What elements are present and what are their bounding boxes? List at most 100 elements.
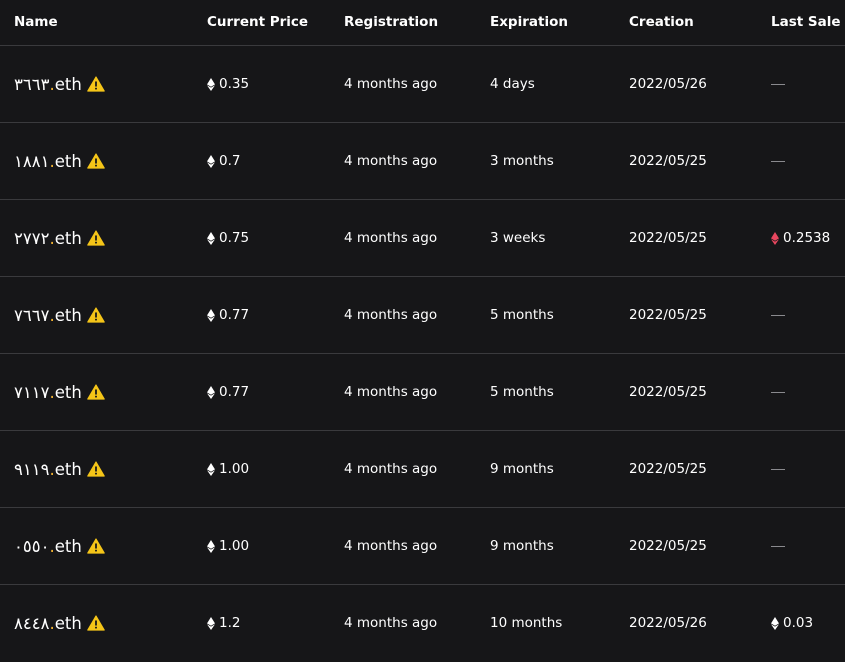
expiration-date: 10 months <box>490 615 563 631</box>
registration-date: 4 months ago <box>344 153 438 169</box>
ethereum-icon <box>207 385 215 399</box>
warning-icon[interactable] <box>86 615 105 631</box>
column-header-current-price[interactable]: Current Price <box>207 14 308 30</box>
last-sale <box>771 431 785 507</box>
current-price: 1.2 <box>207 585 240 661</box>
creation-date: 2022/05/25 <box>629 230 707 246</box>
domain-digits: ٧٦٦٧ <box>14 305 50 325</box>
last-sale <box>771 46 785 122</box>
ethereum-icon <box>207 616 215 630</box>
empty-dash <box>771 545 785 547</box>
column-header-registration[interactable]: Registration <box>344 14 438 30</box>
last-sale: 0.03 <box>771 585 813 661</box>
domain-digits: ٨٤٤٨ <box>14 613 50 633</box>
domain-suffix: eth <box>54 459 82 479</box>
creation-date: 2022/05/26 <box>629 615 707 631</box>
table-row[interactable]: ٧١١٧. eth 0.77 4 months ago 5 months 2022/05/… <box>0 354 845 431</box>
warning-icon[interactable] <box>86 307 105 323</box>
table-row[interactable]: ٨٤٤٨. eth 1.2 4 months ago 10 months 2022/05/… <box>0 585 845 662</box>
last-sale <box>771 123 785 199</box>
domain-name-link[interactable]: ٨٤٤٨. eth <box>14 585 105 661</box>
ethereum-icon <box>771 616 779 630</box>
ethereum-icon <box>207 539 215 553</box>
price-value: 0.77 <box>219 384 250 400</box>
last-sale <box>771 354 785 430</box>
expiration-date: 3 months <box>490 153 554 169</box>
current-price: 0.77 <box>207 354 249 430</box>
domain-suffix: eth <box>54 613 82 633</box>
column-header-creation[interactable]: Creation <box>629 14 694 30</box>
warning-icon[interactable] <box>86 153 105 169</box>
table-body: ٣٦٦٣. eth 0.35 4 months ago 4 days 2022/05/26… <box>0 46 845 662</box>
ethereum-icon <box>207 462 215 476</box>
expiration-date: 9 months <box>490 538 554 554</box>
expiration-date: 5 months <box>490 384 554 400</box>
current-price: 0.77 <box>207 277 249 353</box>
current-price: 0.75 <box>207 200 249 276</box>
registration-date: 4 months ago <box>344 538 438 554</box>
registration-date: 4 months ago <box>344 307 438 323</box>
domain-digits: ١٨٨١ <box>14 151 50 171</box>
domain-name-link[interactable]: ٠٥٥٠. eth <box>14 508 105 584</box>
ethereum-icon <box>207 231 215 245</box>
expiration-date: 5 months <box>490 307 554 323</box>
domain-digits: ٧١١٧ <box>14 382 50 402</box>
expiration-date: 9 months <box>490 461 554 477</box>
last-sale-amount: 0.03 <box>783 615 814 631</box>
ethereum-icon <box>207 308 215 322</box>
creation-date: 2022/05/25 <box>629 307 707 323</box>
creation-date: 2022/05/25 <box>629 461 707 477</box>
domain-suffix: eth <box>54 151 82 171</box>
current-price: 1.00 <box>207 431 249 507</box>
domain-suffix: eth <box>54 305 82 325</box>
ethereum-icon <box>771 231 779 245</box>
domain-digits: ٠٥٥٠ <box>14 536 50 556</box>
last-sale <box>771 277 785 353</box>
empty-dash <box>771 391 785 393</box>
column-header-name[interactable]: Name <box>14 14 58 30</box>
domain-name-link[interactable]: ٣٦٦٣. eth <box>14 46 105 122</box>
domain-digits: ٣٦٦٣ <box>14 74 50 94</box>
last-sale-value: 0.03 <box>771 615 813 631</box>
table-row[interactable]: ٢٧٧٢. eth 0.75 4 months ago 3 weeks 2022/05/2… <box>0 200 845 277</box>
last-sale: 0.2538 <box>771 200 830 276</box>
column-header-expiration[interactable]: Expiration <box>490 14 568 30</box>
ethereum-icon <box>207 154 215 168</box>
creation-date: 2022/05/25 <box>629 153 707 169</box>
table-row[interactable]: ١٨٨١. eth 0.7 4 months ago 3 months 2022/05/2… <box>0 123 845 200</box>
warning-icon[interactable] <box>86 461 105 477</box>
last-sale-value: 0.2538 <box>771 230 830 246</box>
table-row[interactable]: ٠٥٥٠. eth 1.00 4 months ago 9 months 2022/05/… <box>0 508 845 585</box>
table-header: Name Current Price Registration Expirati… <box>0 0 845 46</box>
domain-name-link[interactable]: ١٨٨١. eth <box>14 123 105 199</box>
column-header-last-sale[interactable]: Last Sale <box>771 14 841 30</box>
domain-name-link[interactable]: ٩١١٩. eth <box>14 431 105 507</box>
domain-name-link[interactable]: ٧٦٦٧. eth <box>14 277 105 353</box>
table-row[interactable]: ٩١١٩. eth 1.00 4 months ago 9 months 2022/05/… <box>0 431 845 508</box>
domain-name-link[interactable]: ٢٧٧٢. eth <box>14 200 105 276</box>
price-value: 1.00 <box>219 538 250 554</box>
price-value: 0.77 <box>219 307 250 323</box>
domain-table: Name Current Price Registration Expirati… <box>0 0 845 662</box>
empty-dash <box>771 468 785 470</box>
registration-date: 4 months ago <box>344 384 438 400</box>
price-value: 1.00 <box>219 461 250 477</box>
table-row[interactable]: ٧٦٦٧. eth 0.77 4 months ago 5 months 2022/05/… <box>0 277 845 354</box>
empty-dash <box>771 160 785 162</box>
current-price: 0.35 <box>207 46 249 122</box>
warning-icon[interactable] <box>86 384 105 400</box>
registration-date: 4 months ago <box>344 615 438 631</box>
domain-name-link[interactable]: ٧١١٧. eth <box>14 354 105 430</box>
ethereum-icon <box>207 77 215 91</box>
empty-dash <box>771 83 785 85</box>
warning-icon[interactable] <box>86 76 105 92</box>
warning-icon[interactable] <box>86 538 105 554</box>
creation-date: 2022/05/25 <box>629 384 707 400</box>
warning-icon[interactable] <box>86 230 105 246</box>
price-value: 0.75 <box>219 230 250 246</box>
creation-date: 2022/05/26 <box>629 76 707 92</box>
creation-date: 2022/05/25 <box>629 538 707 554</box>
table-row[interactable]: ٣٦٦٣. eth 0.35 4 months ago 4 days 2022/05/26 <box>0 46 845 123</box>
registration-date: 4 months ago <box>344 461 438 477</box>
last-sale <box>771 508 785 584</box>
